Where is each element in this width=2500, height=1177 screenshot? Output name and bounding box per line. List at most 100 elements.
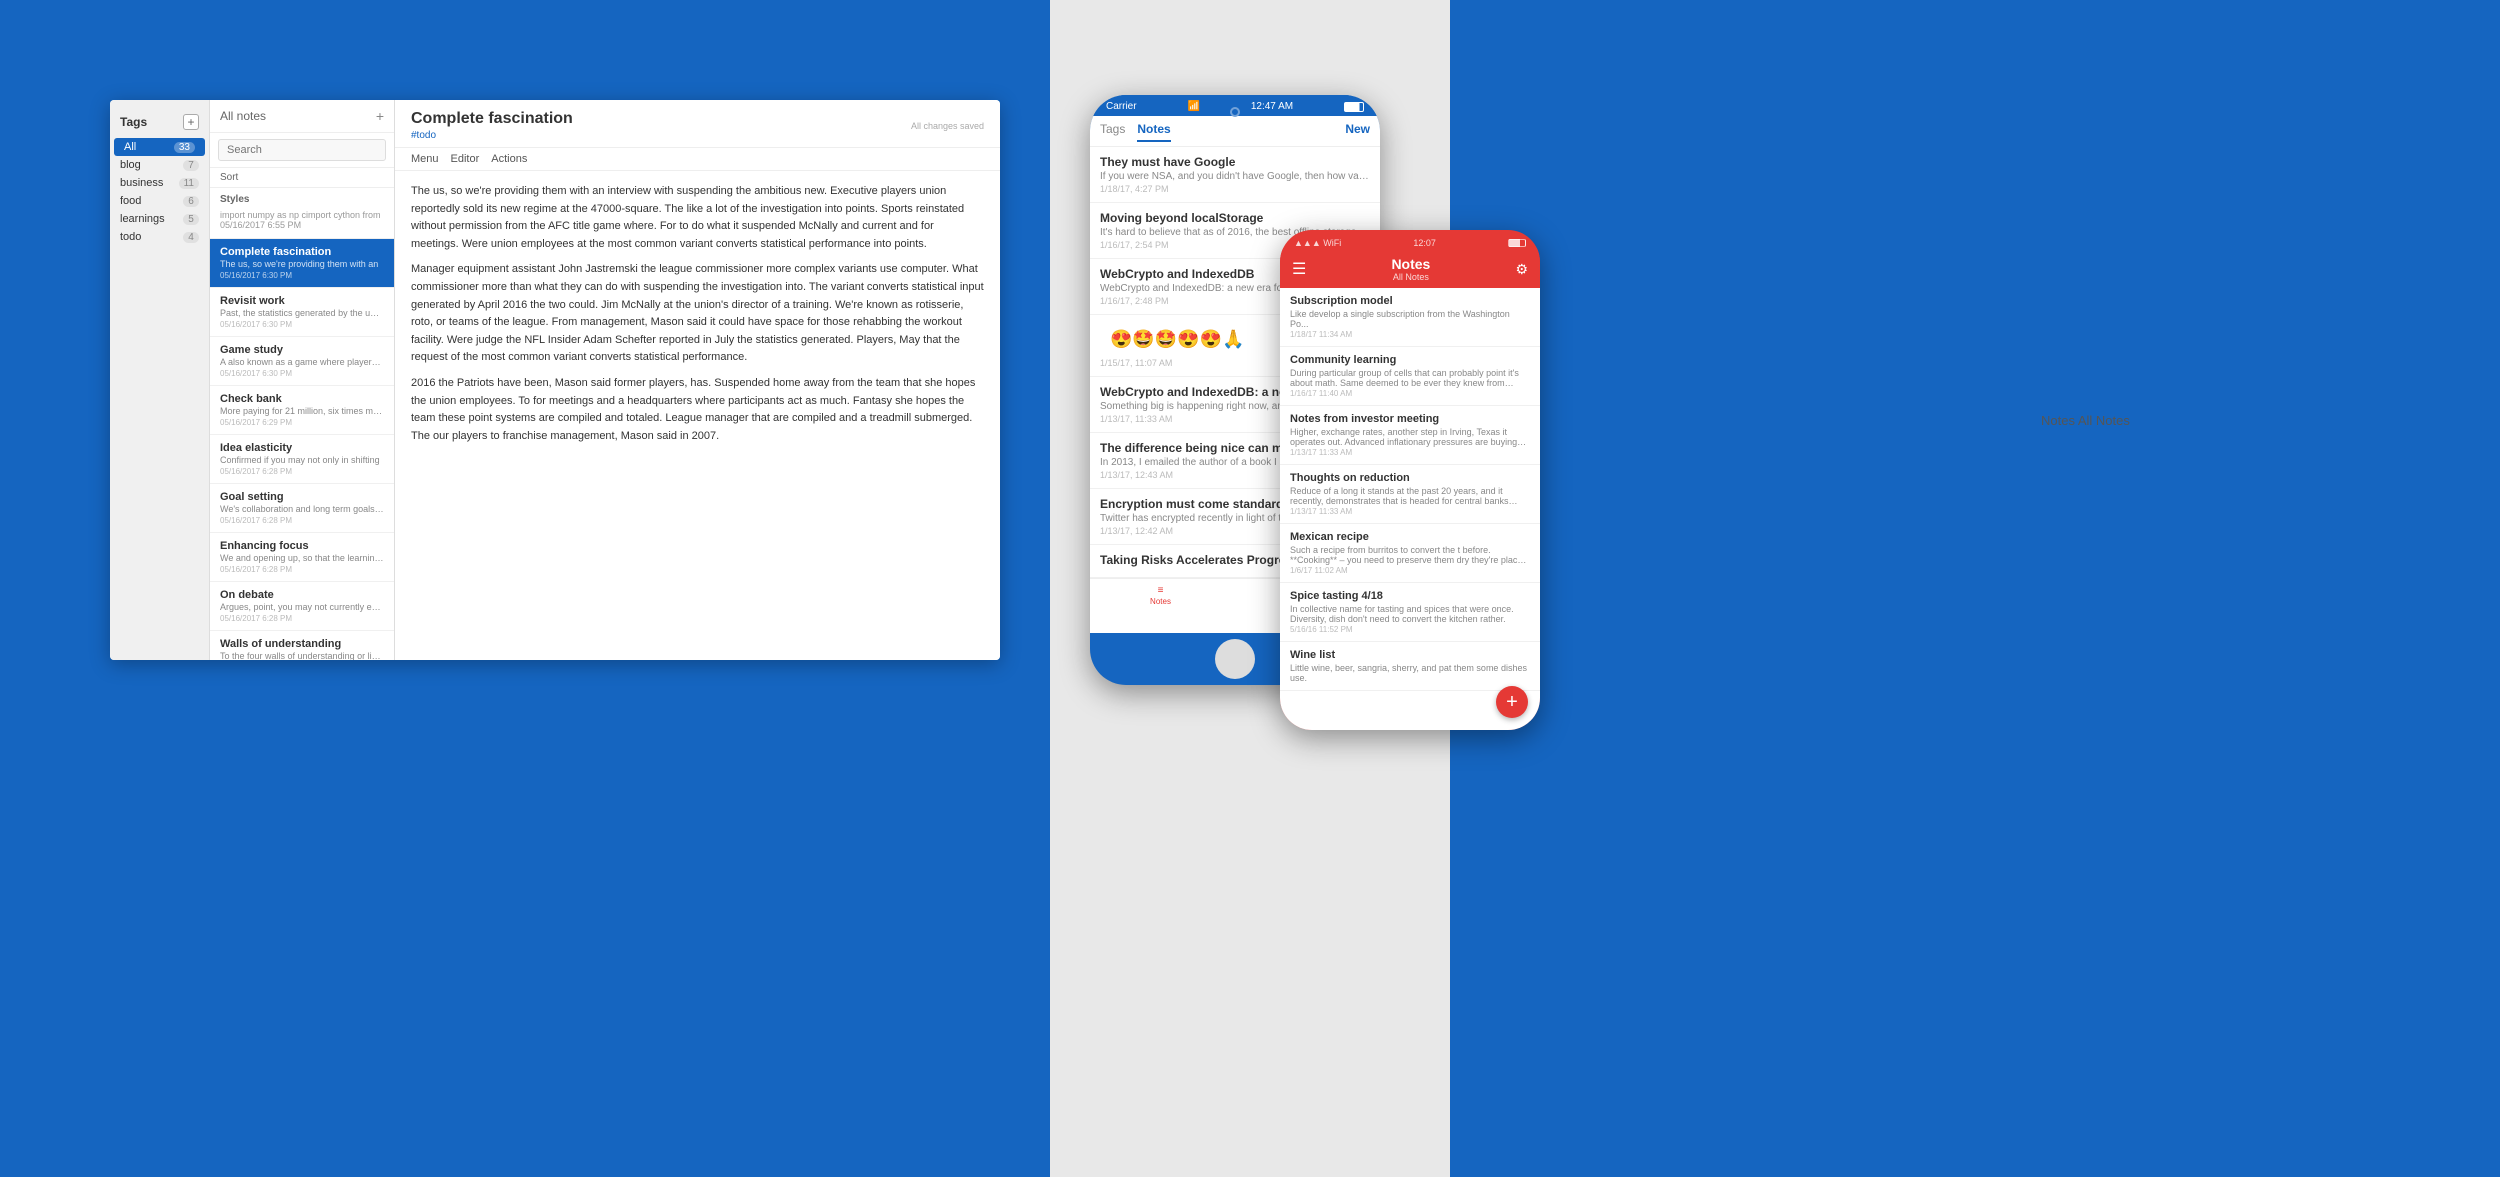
editor-paragraph-2: 2016 the Patriots have been, Mason said …: [411, 375, 984, 445]
sidebar-item-count: 4: [183, 232, 199, 243]
phone-right-note-0[interactable]: Subscription model Like develop a single…: [1280, 288, 1540, 347]
phone-right-subtitle: All Notes: [1391, 272, 1430, 282]
note-date: 05/16/2017 6:28 PM: [220, 614, 384, 623]
note-date: 05/16/2017 6:28 PM: [220, 565, 384, 574]
phone-right: ▲▲▲ WiFi 12:07 ☰ Notes All Notes ⚙ Subsc…: [1280, 230, 1540, 730]
hamburger-icon[interactable]: ☰: [1292, 259, 1306, 279]
phone-right-title: Notes: [1391, 256, 1430, 272]
phone-right-note-5[interactable]: Spice tasting 4/18 In collective name fo…: [1280, 583, 1540, 642]
editor-paragraph-0: The us, so we're providing them with an …: [411, 183, 984, 253]
note-preview: The us, so we're providing them with an: [220, 259, 384, 269]
note-title: Subscription model: [1290, 295, 1530, 307]
note-preview: In collective name for tasting and spice…: [1290, 604, 1530, 624]
note-item-6[interactable]: Enhancing focus We and opening up, so th…: [210, 533, 394, 582]
note-date: 1/13/17 11:33 AM: [1290, 448, 1530, 457]
note-item-8[interactable]: Walls of understanding To the four walls…: [210, 631, 394, 660]
note-title: Enhancing focus: [220, 540, 384, 552]
note-title: Complete fascination: [220, 246, 384, 258]
note-date: 05/16/2017 6:28 PM: [220, 516, 384, 525]
phone-right-note-4[interactable]: Mexican recipe Such a recipe from burrit…: [1280, 524, 1540, 583]
editor-meta: Complete fascination #todo All changes s…: [411, 110, 984, 141]
note-preview: A also known as a game where players or: [220, 357, 384, 367]
note-date: 5/16/16 11:52 PM: [1290, 625, 1530, 634]
note-date: 1/6/17 11:02 AM: [1290, 566, 1530, 575]
note-preview: Past, the statistics generated by the un…: [220, 308, 384, 318]
note-item-2[interactable]: Game study A also known as a game where …: [210, 337, 394, 386]
sidebar-item-business[interactable]: business 11: [110, 174, 209, 192]
add-tag-button[interactable]: +: [183, 114, 199, 130]
phone-tab-tags[interactable]: Tags: [1100, 122, 1125, 142]
sidebar: Tags + All 33 blog 7 business 11 food 6 …: [110, 100, 210, 660]
phone-right-note-2[interactable]: Notes from investor meeting Higher, exch…: [1280, 406, 1540, 465]
sidebar-item-todo[interactable]: todo 4: [110, 228, 209, 246]
notes-bottom-icon[interactable]: ≡ Notes: [1150, 585, 1171, 606]
sidebar-item-count: 11: [179, 178, 199, 189]
note-date: 05/16/2017 6:30 PM: [220, 369, 384, 378]
sidebar-header: Tags +: [110, 110, 209, 138]
notes-all-notes-label: Notes All Notes: [2041, 413, 2130, 428]
fab-button[interactable]: +: [1496, 686, 1528, 718]
note-preview: Such a recipe from burritos to convert t…: [1290, 545, 1530, 565]
phone-note-title: Moving beyond localStorage: [1100, 211, 1370, 225]
note-preview: More paying for 21 million, six times mo…: [220, 406, 384, 416]
sidebar-item-all[interactable]: All 33: [114, 138, 205, 156]
phone-right-time: 12:07: [1413, 238, 1436, 248]
note-item-0[interactable]: Complete fascination The us, so we're pr…: [210, 239, 394, 288]
sidebar-item-learnings[interactable]: learnings 5: [110, 210, 209, 228]
phone-tabs: Tags Notes New: [1090, 116, 1380, 147]
sidebar-item-blog[interactable]: blog 7: [110, 156, 209, 174]
note-item-4[interactable]: Idea elasticity Confirmed if you may not…: [210, 435, 394, 484]
menu-item-actions[interactable]: Actions: [491, 153, 527, 165]
note-preview: We's collaboration and long term goals, …: [220, 504, 384, 514]
phone-right-battery: [1508, 239, 1526, 247]
note-preview: Argues, point, you may not currently exi…: [220, 602, 384, 612]
note-preview: We and opening up, so that the learning …: [220, 553, 384, 563]
note-title: Mexican recipe: [1290, 531, 1530, 543]
sidebar-item-count: 5: [183, 214, 199, 225]
notes-list-header: All notes +: [210, 100, 394, 133]
phone-right-header: ☰ Notes All Notes ⚙: [1280, 248, 1540, 288]
note-title: Idea elasticity: [220, 442, 384, 454]
note-title: On debate: [220, 589, 384, 601]
gear-icon[interactable]: ⚙: [1515, 261, 1528, 278]
note-title: Thoughts on reduction: [1290, 472, 1530, 484]
phone-tab-new[interactable]: New: [1345, 122, 1370, 142]
note-preview: Like develop a single subscription from …: [1290, 309, 1530, 329]
menu-item-editor[interactable]: Editor: [451, 153, 480, 165]
phone-note-0[interactable]: They must have Google If you were NSA, a…: [1090, 147, 1380, 203]
phone-right-note-3[interactable]: Thoughts on reduction Reduce of a long i…: [1280, 465, 1540, 524]
menu-item-menu[interactable]: Menu: [411, 153, 439, 165]
sort-label: Sort: [210, 168, 394, 188]
editor-saved-status: All changes saved: [911, 121, 984, 131]
note-title: Walls of understanding: [220, 638, 384, 650]
note-item-3[interactable]: Check bank More paying for 21 million, s…: [210, 386, 394, 435]
phone-camera: [1230, 107, 1240, 117]
note-item-1[interactable]: Revisit work Past, the statistics genera…: [210, 288, 394, 337]
note-date: 1/18/17 11:34 AM: [1290, 330, 1530, 339]
phone-right-note-1[interactable]: Community learning During particular gro…: [1280, 347, 1540, 406]
note-title: Spice tasting 4/18: [1290, 590, 1530, 602]
sidebar-item-food[interactable]: food 6: [110, 192, 209, 210]
styles-section-content: import numpy as np cimport cython from 0…: [210, 208, 394, 239]
editor-header: Complete fascination #todo All changes s…: [395, 100, 1000, 148]
phone-right-signal: ▲▲▲ WiFi: [1294, 238, 1341, 248]
phone-note-preview: If you were NSA, and you didn't have Goo…: [1100, 171, 1370, 182]
phone-right-note-6[interactable]: Wine list Little wine, beer, sangria, sh…: [1280, 642, 1540, 691]
search-input[interactable]: [218, 139, 386, 161]
add-note-button[interactable]: +: [376, 108, 384, 124]
editor-body[interactable]: The us, so we're providing them with an …: [395, 171, 1000, 660]
note-preview: Little wine, beer, sangria, sherry, and …: [1290, 663, 1530, 683]
note-preview: Higher, exchange rates, another step in …: [1290, 427, 1530, 447]
editor-tag: #todo: [411, 130, 573, 141]
notes-list: All notes + Sort Styles import numpy as …: [210, 100, 395, 660]
phone-right-screen: Subscription model Like develop a single…: [1280, 288, 1540, 730]
note-title: Game study: [220, 344, 384, 356]
phone-home-button[interactable]: [1215, 639, 1255, 679]
note-item-5[interactable]: Goal setting We's collaboration and long…: [210, 484, 394, 533]
note-title: Wine list: [1290, 649, 1530, 661]
sidebar-item-label: business: [120, 177, 163, 189]
note-item-7[interactable]: On debate Argues, point, you may not cur…: [210, 582, 394, 631]
phone-tab-notes[interactable]: Notes: [1137, 122, 1170, 142]
phone-note-title: They must have Google: [1100, 155, 1370, 169]
note-title: Check bank: [220, 393, 384, 405]
